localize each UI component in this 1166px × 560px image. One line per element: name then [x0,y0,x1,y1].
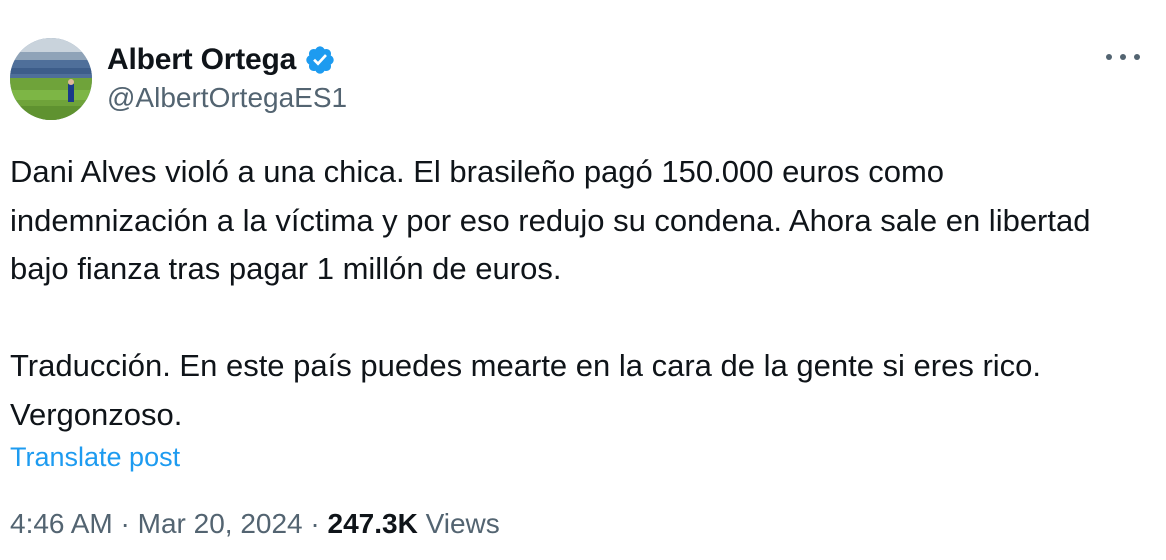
dot [1134,54,1140,60]
post-text: Dani Alves violó a una chica. El brasile… [10,148,1140,439]
avatar[interactable] [10,38,92,120]
author-name-row: Albert Ortega [107,40,336,80]
verified-badge-icon [304,44,336,76]
author-display-name[interactable]: Albert Ortega [107,43,296,77]
separator: · [112,508,138,539]
post-time[interactable]: 4:46 AM [10,508,113,539]
dot [1106,54,1112,60]
views-count: 247.3K [327,508,418,539]
post-date[interactable]: Mar 20, 2024 [138,508,303,539]
post-paragraph: Dani Alves violó a una chica. El brasile… [10,154,1091,286]
more-options-icon[interactable] [1106,42,1140,72]
tweet: Albert Ortega @AlbertOrtegaES1 Dani Alve… [0,0,1166,560]
stadium-avatar-image [10,38,92,120]
post-paragraph: Traducción. En este país puedes mearte e… [10,348,1042,432]
translate-post-link[interactable]: Translate post [10,442,180,473]
author-handle[interactable]: @AlbertOrtegaES1 [107,82,347,114]
separator: · [302,508,328,539]
dot [1120,54,1126,60]
post-meta: 4:46 AM · Mar 20, 2024 · 247.3K Views [10,508,500,540]
views-label: Views [417,508,500,539]
